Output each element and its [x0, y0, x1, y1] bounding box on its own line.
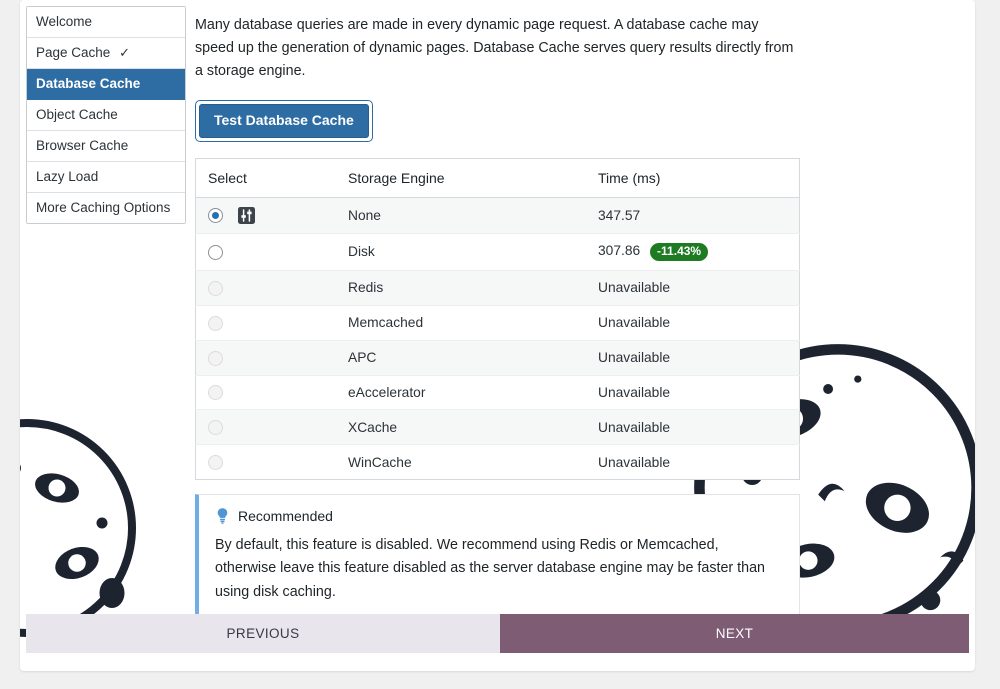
table-row: WinCache Unavailable [196, 445, 800, 480]
improvement-badge: -11.43% [650, 242, 709, 262]
radio-redis [208, 280, 223, 296]
notice-title-row: Recommended [215, 507, 783, 525]
radio-eaccelerator [208, 385, 223, 401]
sidebar-item-more-caching-options[interactable]: More Caching Options [27, 193, 185, 223]
previous-button[interactable]: PREVIOUS [26, 614, 500, 653]
sidebar-item-browser-cache[interactable]: Browser Cache [27, 131, 185, 162]
lightbulb-icon [215, 507, 230, 525]
table-row: XCache Unavailable [195, 409, 800, 446]
cell-time: Unavailable [586, 305, 800, 341]
table-row: APC Unavailable [195, 340, 800, 376]
radio-disk[interactable] [208, 244, 223, 260]
test-database-cache-focus-ring: Test Database Cache [195, 100, 373, 142]
sidebar-item-label: Welcome [36, 14, 93, 29]
notice-title-text: Recommended [238, 507, 333, 524]
cell-engine: APC [336, 340, 586, 376]
cell-time: 347.57 [586, 197, 800, 234]
cell-time: Unavailable [598, 454, 671, 470]
storage-engine-table: Select Storage Engine Time (ms) None 347… [195, 157, 800, 481]
sidebar-item-lazy-load[interactable]: Lazy Load [27, 162, 185, 193]
radio-xcache [208, 420, 223, 436]
notice-body-text: By default, this feature is disabled. We… [215, 537, 765, 600]
table-body: None 347.57 Disk 307.86 -11.43% Redis Un… [195, 197, 800, 480]
sidebar-item-label: Object Cache [36, 107, 118, 122]
cell-time: Unavailable [586, 375, 800, 411]
wizard-content: Many database queries are made in every … [195, 6, 815, 621]
setup-wizard-card: Welcome Page Cache ✓ Database Cache Obje… [20, 0, 975, 671]
column-header-time: Time (ms) [586, 158, 800, 198]
cell-engine: XCache [336, 409, 586, 446]
cell-engine: Redis [336, 270, 586, 306]
cell-time: Unavailable [586, 270, 800, 306]
cell-select [195, 305, 336, 341]
cell-select [195, 409, 336, 446]
cell-select [195, 270, 336, 306]
sidebar-item-object-cache[interactable]: Object Cache [27, 100, 185, 131]
table-row: eAccelerator Unavailable [195, 375, 800, 411]
cell-select [195, 233, 336, 272]
sidebar-item-database-cache[interactable]: Database Cache [27, 69, 185, 100]
sidebar-item-label: Database Cache [36, 76, 141, 91]
radio-wincache [208, 455, 223, 471]
next-button[interactable]: NEXT [500, 614, 969, 653]
wizard-footer-nav: PREVIOUS NEXT [26, 614, 969, 653]
sidebar-item-label: More Caching Options [36, 200, 171, 215]
sidebar-item-page-cache[interactable]: Page Cache ✓ [27, 38, 185, 69]
recommended-notice: Recommended By default, this feature is … [195, 494, 800, 621]
table-head: Select Storage Engine Time (ms) [195, 158, 800, 198]
cell-select [195, 197, 336, 234]
cell-engine: WinCache [348, 454, 412, 470]
cell-time: Unavailable [586, 409, 800, 446]
wizard-sidebar: Welcome Page Cache ✓ Database Cache Obje… [26, 6, 186, 224]
test-database-cache-button[interactable]: Test Database Cache [199, 104, 369, 138]
table-row: Redis Unavailable [195, 270, 800, 306]
table-row: Disk 307.86 -11.43% [195, 233, 800, 272]
sidebar-item-label: Page Cache [36, 45, 111, 60]
sidebar-item-label: Lazy Load [36, 169, 99, 184]
column-header-select: Select [195, 158, 336, 198]
time-value: 347.57 [598, 207, 641, 223]
cell-time: Unavailable [586, 340, 800, 376]
check-icon: ✓ [119, 45, 130, 60]
radio-none[interactable] [208, 207, 223, 223]
cell-engine: Memcached [336, 305, 586, 341]
cell-select [195, 375, 336, 411]
cell-engine: Disk [336, 233, 586, 272]
settings-sliders-icon[interactable] [237, 206, 255, 224]
time-value: 307.86 [598, 242, 641, 258]
table-row: None 347.57 [195, 197, 800, 234]
cell-time: 307.86 -11.43% [586, 233, 800, 272]
table-header-row: Select Storage Engine Time (ms) [195, 158, 800, 198]
cell-select [195, 340, 336, 376]
intro-paragraph: Many database queries are made in every … [195, 17, 794, 80]
cell-engine: eAccelerator [336, 375, 586, 411]
radio-apc [208, 350, 223, 366]
radio-memcached [208, 315, 223, 331]
table-row: Memcached Unavailable [195, 305, 800, 341]
column-header-storage-engine: Storage Engine [336, 158, 586, 198]
sidebar-item-welcome[interactable]: Welcome [27, 7, 185, 38]
cell-engine: None [336, 197, 586, 234]
cell-select [196, 445, 337, 480]
sidebar-item-label: Browser Cache [36, 138, 129, 153]
